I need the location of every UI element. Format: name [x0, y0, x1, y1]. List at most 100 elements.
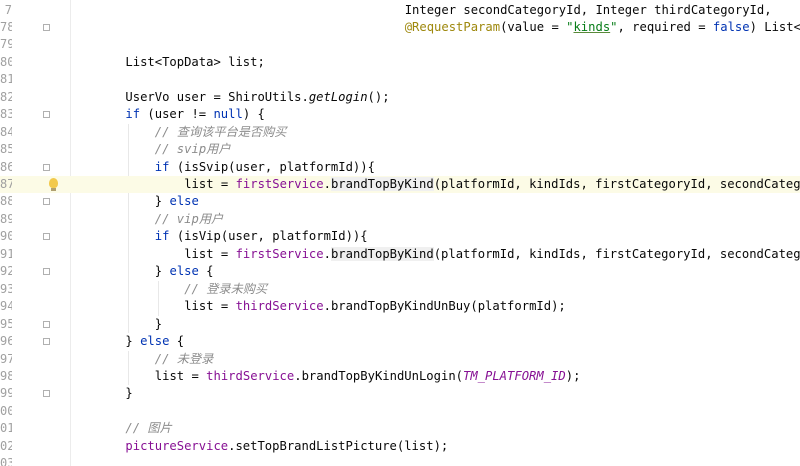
code-text: } — [125, 385, 132, 402]
code-line[interactable]: 99} — [0, 385, 800, 402]
code-token: @RequestParam — [404, 19, 501, 34]
code-line[interactable]: 96} else { — [0, 333, 800, 350]
code-line[interactable]: 88 } else — [0, 193, 800, 210]
code-token: . — [323, 177, 331, 191]
fold-marker-icon[interactable] — [43, 268, 50, 276]
code-token: thirdService — [235, 299, 324, 314]
code-line[interactable]: 92} else { — [0, 263, 800, 280]
code-token: { — [169, 334, 185, 349]
code-token: ) { — [242, 107, 265, 122]
code-token: kinds — [573, 19, 611, 34]
intention-bulb-icon[interactable] — [49, 178, 58, 191]
fold-marker-icon[interactable] — [43, 338, 50, 346]
code-text: if (isVip(user, platformId)){ — [155, 228, 368, 245]
fold-marker-icon[interactable] — [43, 111, 50, 119]
code-line[interactable]: 03 — [0, 455, 800, 466]
code-text: if (isSvip(user, platformId)){ — [155, 159, 375, 176]
line-number: 78 — [0, 19, 12, 34]
fold-marker-icon[interactable] — [43, 198, 50, 206]
code-line[interactable]: 83 if (user != null) { — [0, 106, 800, 123]
line-number: 81 — [0, 72, 12, 87]
code-text: List<TopData> list; — [125, 54, 264, 71]
code-token: } — [125, 386, 133, 401]
code-line[interactable]: 86 if (isSvip(user, platformId)){ — [0, 159, 800, 176]
code-line[interactable]: 02 pictureService.setTopBrandListPicture(… — [0, 438, 800, 455]
code-token: if — [154, 159, 170, 174]
fold-marker-icon[interactable] — [43, 390, 50, 398]
code-line[interactable]: 00 — [0, 403, 800, 420]
code-text: list = firstService.brandTopByKind(platf… — [184, 176, 800, 193]
code-token: false — [712, 19, 750, 34]
line-number: 98 — [0, 368, 12, 383]
code-text: } else — [155, 193, 199, 210]
code-text: } else { — [125, 333, 184, 350]
line-number: 94 — [0, 299, 12, 314]
code-token: (user != — [140, 107, 214, 122]
fold-marker-icon[interactable] — [43, 23, 50, 31]
code-token: list = — [184, 299, 236, 314]
code-token: list = — [184, 246, 236, 261]
code-token: Integer secondCategoryId, Integer thirdC… — [404, 2, 772, 17]
line-number: 90 — [0, 229, 12, 244]
code-token: // 登录未购买 — [184, 281, 268, 296]
line-number: 01 — [0, 421, 12, 436]
code-token: // svip用户 — [154, 142, 231, 157]
line-number: 95 — [0, 316, 12, 331]
code-token: " — [610, 19, 618, 34]
line-number: 87 — [0, 177, 12, 191]
fold-marker-icon[interactable] — [43, 233, 50, 241]
code-line[interactable]: 85 // svip用户 — [0, 141, 800, 158]
code-line[interactable]: 78 @RequestParam(value = "kinds", require… — [0, 19, 800, 36]
code-line[interactable]: 95} — [0, 316, 800, 333]
line-number: 91 — [0, 246, 12, 261]
code-line[interactable]: 82 UserVo user = ShiroUtils.getLogin(); — [0, 89, 800, 106]
code-line[interactable]: 84 // 查询该平台是否购买 — [0, 124, 800, 141]
code-token: } — [125, 334, 141, 349]
code-line[interactable]: 89 // vip用户 — [0, 211, 800, 228]
code-text: // 查询该平台是否购买 — [155, 124, 287, 141]
code-token: .brandTopByKindUnLogin( — [294, 368, 463, 383]
code-token: if — [154, 229, 170, 244]
code-token: // 未登录 — [154, 351, 214, 366]
code-line[interactable]: 93 // 登录未购买 — [0, 281, 800, 298]
line-number: 00 — [0, 403, 12, 418]
code-editor[interactable]: 7 Integer secondCategoryId, Integer third… — [0, 0, 800, 466]
code-token: , required = — [617, 19, 713, 34]
code-line[interactable]: 80 List<TopData> list; — [0, 54, 800, 71]
code-line[interactable]: 87 list = firstService.brandTopByKind(pla… — [0, 176, 800, 194]
code-token: List<TopData> list; — [125, 54, 265, 69]
line-number: 88 — [0, 194, 12, 209]
code-text: } — [155, 316, 162, 333]
code-line[interactable]: 98 list = thirdService.brandTopByKindUnLo… — [0, 368, 800, 385]
line-number: 99 — [0, 386, 12, 401]
code-token: (isVip(user, platformId)){ — [169, 229, 368, 244]
line-number: 83 — [0, 107, 12, 122]
code-line[interactable]: 94 list = thirdService.brandTopByKindUnBu… — [0, 298, 800, 315]
fold-marker-icon[interactable] — [43, 163, 50, 171]
code-line[interactable]: 91 list = firstService.brandTopByKind(pla… — [0, 246, 800, 263]
code-token: firstService — [235, 246, 324, 261]
line-number: 86 — [0, 159, 12, 174]
code-token: { — [198, 264, 214, 279]
code-text: // vip用户 — [155, 211, 223, 228]
fold-marker-icon[interactable] — [43, 320, 50, 328]
code-text: list = thirdService.brandTopByKindUnBuy(… — [184, 298, 566, 315]
code-line[interactable]: 90 if (isVip(user, platformId)){ — [0, 228, 800, 245]
code-line[interactable]: 81 — [0, 71, 800, 88]
line-number: 02 — [0, 438, 12, 453]
code-line[interactable]: 79 — [0, 36, 800, 53]
code-line[interactable]: 7 Integer secondCategoryId, Integer third… — [0, 2, 800, 19]
code-line[interactable]: 01 // 图片 — [0, 420, 800, 437]
code-token: UserVo user = ShiroUtils. — [125, 89, 309, 104]
code-token: null — [213, 107, 243, 122]
line-number: 7 — [4, 2, 12, 17]
code-token: ); — [565, 368, 581, 383]
code-token: thirdService — [206, 368, 295, 383]
code-token: brandTopByKind — [330, 177, 434, 191]
code-token: getLogin — [308, 89, 368, 104]
line-number: 93 — [0, 281, 12, 296]
code-text: list = firstService.brandTopByKind(platf… — [184, 246, 800, 263]
code-text: list = thirdService.brandTopByKindUnLogi… — [155, 368, 581, 385]
code-text: // 登录未购买 — [184, 281, 267, 298]
code-line[interactable]: 97 // 未登录 — [0, 351, 800, 368]
